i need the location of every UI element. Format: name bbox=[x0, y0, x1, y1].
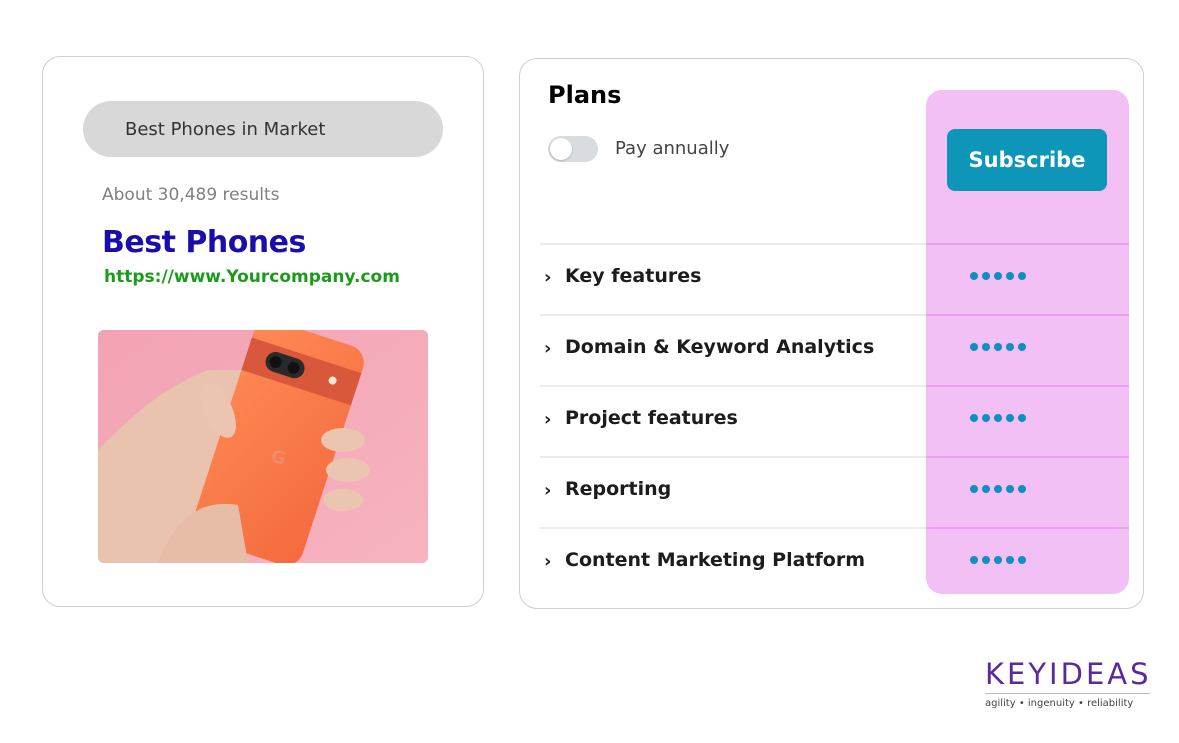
rating-dot bbox=[970, 343, 978, 351]
search-query: Best Phones in Market bbox=[125, 118, 326, 140]
brand-name: KEYIDEAS bbox=[985, 657, 1152, 691]
rating-dot bbox=[1006, 272, 1014, 280]
chevron-right-icon: › bbox=[544, 409, 552, 430]
search-result-card: Best Phones in Market About 30,489 resul… bbox=[42, 56, 484, 607]
brand-divider bbox=[985, 693, 1150, 694]
feature-label: Key features bbox=[565, 265, 702, 287]
feature-row-reporting[interactable]: › Reporting bbox=[540, 456, 1129, 527]
row-divider-highlight bbox=[926, 456, 1129, 458]
hand-holding-phone-image: G bbox=[98, 330, 428, 563]
rating-dot bbox=[982, 556, 990, 564]
feature-label: Domain & Keyword Analytics bbox=[565, 336, 875, 358]
phone-image: G bbox=[98, 330, 428, 563]
rating-dot bbox=[994, 343, 1002, 351]
rating-dot bbox=[1018, 556, 1026, 564]
row-divider-highlight bbox=[926, 314, 1129, 316]
row-divider-highlight bbox=[926, 385, 1129, 387]
feature-list: › Key features › Domain & Keyword Analyt… bbox=[540, 243, 1129, 598]
rating-dot bbox=[982, 485, 990, 493]
rating-dot bbox=[994, 485, 1002, 493]
feature-row-project-features[interactable]: › Project features bbox=[540, 385, 1129, 456]
brand-logo: KEYIDEAS agility • ingenuity • reliabili… bbox=[985, 657, 1150, 709]
result-url-link[interactable]: https://www.Yourcompany.com bbox=[104, 267, 400, 287]
search-input[interactable]: Best Phones in Market bbox=[83, 101, 443, 157]
rating-dot bbox=[970, 272, 978, 280]
rating-dot bbox=[970, 485, 978, 493]
rating-dot bbox=[994, 414, 1002, 422]
rating-dots bbox=[970, 556, 1026, 564]
feature-label: Project features bbox=[565, 407, 738, 429]
pay-annually-label: Pay annually bbox=[615, 138, 730, 159]
results-count: About 30,489 results bbox=[102, 185, 280, 205]
rating-dot bbox=[1018, 485, 1026, 493]
rating-dot bbox=[994, 272, 1002, 280]
plans-card: Plans Pay annually Subscribe › Key featu… bbox=[519, 58, 1144, 609]
rating-dot bbox=[982, 414, 990, 422]
toggle-knob bbox=[550, 138, 572, 160]
rating-dot bbox=[1006, 485, 1014, 493]
brand-tagline: agility • ingenuity • reliability bbox=[985, 698, 1134, 709]
result-title-link[interactable]: Best Phones bbox=[102, 225, 306, 260]
rating-dot bbox=[970, 414, 978, 422]
feature-row-key-features[interactable]: › Key features bbox=[540, 243, 1129, 314]
rating-dots bbox=[970, 343, 1026, 351]
rating-dot bbox=[1018, 272, 1026, 280]
chevron-right-icon: › bbox=[544, 551, 552, 572]
feature-row-content-marketing-platform[interactable]: › Content Marketing Platform bbox=[540, 527, 1129, 598]
row-divider-highlight bbox=[926, 527, 1129, 529]
subscribe-button[interactable]: Subscribe bbox=[947, 129, 1107, 191]
rating-dots bbox=[970, 414, 1026, 422]
rating-dots bbox=[970, 272, 1026, 280]
row-divider-highlight bbox=[926, 243, 1129, 245]
feature-row-domain-keyword-analytics[interactable]: › Domain & Keyword Analytics bbox=[540, 314, 1129, 385]
rating-dot bbox=[982, 343, 990, 351]
rating-dot bbox=[994, 556, 1002, 564]
feature-label: Content Marketing Platform bbox=[565, 549, 865, 571]
chevron-right-icon: › bbox=[544, 338, 552, 359]
chevron-right-icon: › bbox=[544, 267, 552, 288]
rating-dot bbox=[982, 272, 990, 280]
chevron-right-icon: › bbox=[544, 480, 552, 501]
rating-dot bbox=[1006, 556, 1014, 564]
rating-dot bbox=[1006, 343, 1014, 351]
rating-dot bbox=[1018, 414, 1026, 422]
rating-dot bbox=[970, 556, 978, 564]
plans-title: Plans bbox=[548, 81, 622, 109]
pay-annually-toggle[interactable] bbox=[548, 136, 598, 162]
rating-dot bbox=[1018, 343, 1026, 351]
rating-dots bbox=[970, 485, 1026, 493]
feature-label: Reporting bbox=[565, 478, 672, 500]
rating-dot bbox=[1006, 414, 1014, 422]
